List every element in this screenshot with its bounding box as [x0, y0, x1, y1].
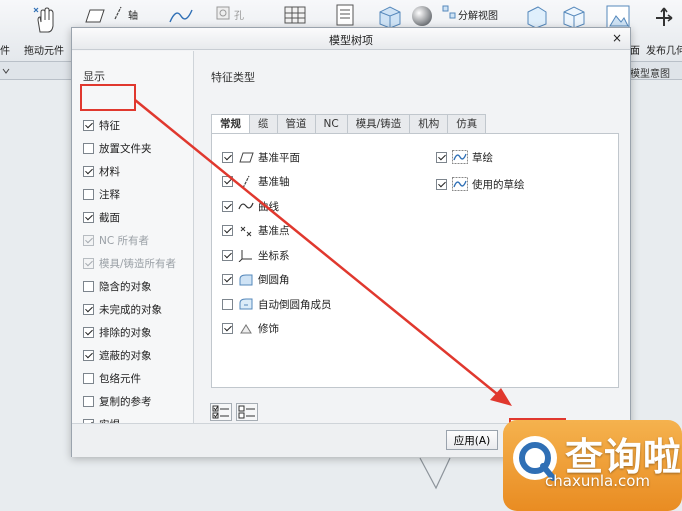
watermark-logo: 查询啦 chaxunla.com	[503, 420, 682, 511]
watermark-en-text: chaxunla.com	[545, 472, 650, 490]
